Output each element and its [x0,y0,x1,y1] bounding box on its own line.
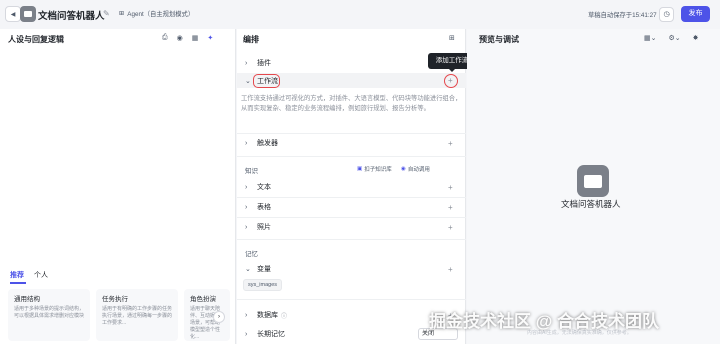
preview-title: 预览与调试 [479,35,519,44]
history-button[interactable]: ◷ [659,7,674,22]
tab-personal[interactable]: 个人 [34,270,48,280]
chevron-right-icon: › [245,139,248,147]
chevron-right-icon: › [245,183,248,191]
back-button[interactable]: ◀ [5,6,21,22]
table-label: 表格 [257,204,271,211]
divider [237,197,466,198]
kb-mode-selector[interactable]: ◉ 自动调用 [401,165,430,173]
chevron-right-icon: › [245,330,248,338]
divider [237,133,466,134]
kb-source-selector[interactable]: ▣ 扣子知识库 [357,165,392,173]
persona-toolbar: ⎙ ◉ ▦ ✦ [162,34,213,42]
plugin-label: 插件 [257,60,271,67]
auto-call-icon: ◉ [401,166,406,172]
agent-mode-selector[interactable]: ⊞ Agent（自主规划模式） [119,9,194,18]
persona-panel-title: 人设与回复逻辑 [8,35,64,44]
table-knowledge-row[interactable]: › 表格 + [237,200,466,214]
top-bar: ◀ 文档问答机器人 ✎ ⊞ Agent（自主规划模式） 草稿自动保存于15:41… [0,0,720,28]
agent-mode-icon: ⊞ [119,10,125,17]
trigger-row[interactable]: › 触发器 + [237,136,466,150]
text-label: 文本 [257,184,271,191]
trigger-label: 触发器 [257,140,278,147]
bot-name: 文档问答机器人 [561,199,621,209]
workflow-label-highlight [253,74,280,88]
kb-icon: ▣ [357,166,363,172]
orchestration-title: 编排 [243,35,259,44]
layout-icon[interactable]: ▦ [192,34,199,42]
chevron-right-icon: › [245,59,248,67]
debug-settings-icon[interactable]: ⚙⌄ [668,34,680,42]
template-card-desc: 适用于多种场景的提示词结构，可以根据具体需求增删对应模块 [14,306,85,319]
autosave-status: 草稿自动保存于15:41:27 [588,12,657,19]
chevron-right-icon: › [245,203,248,211]
add-photo-icon[interactable]: + [448,223,453,232]
prompt-template-tabs: 推荐 个人 [10,270,48,280]
divider [237,239,466,240]
database-label: 数据库 [257,312,278,319]
bot-avatar [577,165,609,197]
app-avatar [20,6,36,22]
persona-panel: 人设与回复逻辑 ⎙ ◉ ▦ ✦ 推荐 个人 通用结构 适用于多种场景的提示词结构… [0,29,236,344]
grid-settings-icon[interactable]: ⊞ [449,34,455,42]
add-workflow-highlight [444,74,458,88]
divider [237,217,466,218]
back-icon: ◀ [10,11,16,18]
tab-recommended[interactable]: 推荐 [10,270,24,280]
publish-button[interactable]: 发布 [681,6,710,22]
info-icon[interactable]: ⓘ [281,311,287,320]
magic-optimize-icon[interactable]: ✦ [207,34,213,42]
template-card-desc: 适用于有明确的工作步骤的任务执行场景，通过明确每一步骤的工作要求... [102,306,173,326]
add-variable-icon[interactable]: + [448,265,453,274]
kb-mode-label: 自动调用 [407,167,430,173]
edit-icon[interactable]: ✎ [103,9,110,18]
knowledge-section-label: 知识 [245,168,258,175]
agent-mode-label: Agent（自主规划模式） [127,11,195,18]
chevron-down-icon: ⌄ [245,266,251,273]
history-icon: ◷ [663,11,670,18]
chevron-right-icon: › [245,223,248,231]
long-memory-label: 长期记忆 [257,331,285,338]
app-title: 文档问答机器人 [38,11,105,22]
add-text-icon[interactable]: + [448,183,453,192]
template-cards: 通用结构 适用于多种场景的提示词结构，可以根据具体需求增删对应模块 任务执行 适… [8,289,230,341]
add-trigger-icon[interactable]: + [448,139,453,148]
workflow-description: 工作流支持通过可视化的方式，对插件、大语言模型、代码块等功能进行组合，从而实现复… [241,95,462,112]
photo-label: 照片 [257,224,271,231]
template-card-title: 通用结构 [14,296,40,303]
template-card[interactable]: 任务执行 适用于有明确的工作步骤的任务执行场景，通过明确每一步骤的工作要求... [96,289,178,341]
bulb-icon[interactable]: ◉ [177,34,183,42]
chevron-down-icon: ⌄ [245,77,251,85]
variable-tag: sys_images [243,279,283,291]
memory-section-label: 记忆 [245,251,258,258]
divider [237,299,466,300]
divider [237,156,466,157]
variable-label: 变量 [257,266,271,273]
image-settings-icon[interactable]: ▦⌄ [644,34,656,42]
chevron-right-icon: › [218,314,220,320]
template-card-title: 角色扮演 [190,296,216,303]
text-knowledge-row[interactable]: › 文本 + [237,180,466,194]
template-card[interactable]: 通用结构 适用于多种场景的提示词结构，可以根据具体需求增删对应模块 [8,289,90,341]
preview-toolbar: ▦⌄ ⚙⌄ ✸ [644,34,699,42]
cards-next-button[interactable]: › [213,311,225,323]
variable-row[interactable]: ⌄ 变量 + [237,262,466,276]
photo-knowledge-row[interactable]: › 照片 + [237,220,466,234]
watermark: 掘金技术社区 @ 合合技术团队 [429,312,660,331]
kb-source-label: 扣子知识库 [364,167,392,173]
preview-panel: 预览与调试 ▦⌄ ⚙⌄ ✸ 文档问答机器人 内容由AI生成，无法确保真实准确，仅… [467,29,720,344]
orchestration-panel: 编排 ⊞ › 插件 ⌄ 工作流 + 工作流支持通过可视化的方式，对插件、大语言模… [237,29,466,344]
chevron-right-icon: › [245,311,248,319]
add-table-icon[interactable]: + [448,203,453,212]
printer-icon[interactable]: ⎙ [162,34,168,42]
bug-icon[interactable]: ✸ [693,34,699,42]
tab-active-indicator [10,282,26,284]
template-card-title: 任务执行 [102,296,128,303]
